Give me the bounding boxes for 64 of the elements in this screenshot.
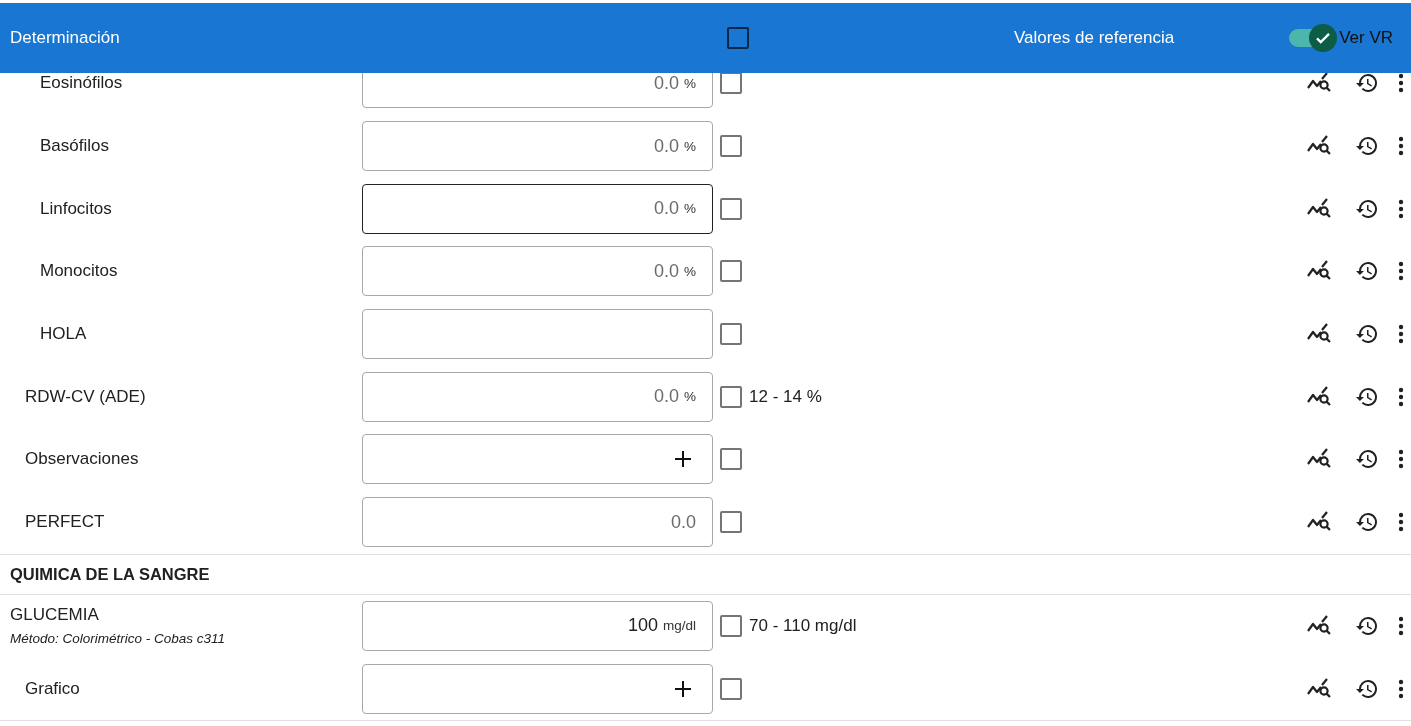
checkbox[interactable] xyxy=(720,448,742,471)
reference-range: 70 - 110 mg/dl xyxy=(749,615,857,635)
input-field[interactable]: 100 mg/dl xyxy=(362,600,713,651)
input-field[interactable]: 0.0 % xyxy=(362,73,713,109)
unit-label: % xyxy=(684,75,696,91)
more-options-icon[interactable] xyxy=(1398,136,1404,157)
checkbox[interactable] xyxy=(727,27,749,49)
input-field[interactable]: 0.0 % xyxy=(362,246,713,297)
test-name: Basófilos xyxy=(40,136,110,157)
reference-range: 12 - 14 % xyxy=(749,386,822,406)
plus-icon[interactable] xyxy=(674,450,692,469)
more-options-icon[interactable] xyxy=(1398,615,1404,636)
checkbox[interactable] xyxy=(720,260,742,283)
input-field[interactable]: 0.0 % xyxy=(362,121,713,172)
unit-label: % xyxy=(684,138,696,154)
checkbox[interactable] xyxy=(720,73,742,95)
more-options-icon[interactable] xyxy=(1398,324,1404,345)
test-name: Grafico xyxy=(25,678,81,699)
value-input[interactable]: 100 xyxy=(623,615,658,637)
column-header: Determinación xyxy=(9,28,121,48)
more-options-icon[interactable] xyxy=(1398,198,1404,219)
more-options-icon[interactable] xyxy=(1398,512,1404,533)
more-options-icon[interactable] xyxy=(1398,386,1404,407)
value-input[interactable]: 0.0 xyxy=(661,511,696,533)
test-name: RDW-CV (ADE) xyxy=(25,386,147,407)
value-input[interactable]: 0.0 xyxy=(644,198,679,220)
test-name: Eosinófilos xyxy=(40,73,124,94)
section-title: QUIMICA DE LA SANGRE xyxy=(0,554,1411,595)
test-name: Observaciones xyxy=(25,449,140,470)
unit-label: % xyxy=(684,263,696,279)
value-input[interactable]: 0.0 xyxy=(644,386,679,408)
toggle-switch[interactable] xyxy=(1289,24,1338,52)
test-name: HOLA xyxy=(40,324,88,345)
input-field[interactable] xyxy=(362,434,713,485)
checkbox[interactable] xyxy=(720,677,742,700)
method-label: Método: Colorimétrico - Cobas c311 xyxy=(10,631,227,647)
plus-icon[interactable] xyxy=(674,679,692,698)
checkbox[interactable] xyxy=(720,614,742,637)
test-name: Linfocitos xyxy=(40,198,113,219)
toggle-label: Ver VR xyxy=(1339,28,1393,48)
test-name: GLUCEMIA xyxy=(10,605,100,626)
checkbox[interactable] xyxy=(720,323,742,346)
more-options-icon[interactable] xyxy=(1398,73,1404,94)
more-options-icon[interactable] xyxy=(1398,261,1404,282)
input-field[interactable] xyxy=(362,663,713,714)
checkbox[interactable] xyxy=(720,385,742,408)
column-header: Valores de referencia xyxy=(1012,28,1176,48)
input-field[interactable]: 0.0 % xyxy=(362,371,713,422)
checkbox[interactable] xyxy=(720,511,742,534)
more-options-icon[interactable] xyxy=(1398,449,1404,470)
value-input[interactable]: 0.0 xyxy=(644,260,679,282)
test-name: PERFECT xyxy=(25,512,106,533)
input-field[interactable] xyxy=(362,309,713,360)
checkbox[interactable] xyxy=(720,135,742,158)
input-field[interactable]: 0.0 xyxy=(362,497,713,548)
test-name: Monocitos xyxy=(40,261,119,282)
more-options-icon[interactable] xyxy=(1398,678,1404,699)
checkbox[interactable] xyxy=(720,197,742,220)
unit-label: mg/dl xyxy=(663,618,696,634)
unit-label: % xyxy=(684,389,696,405)
unit-label: % xyxy=(684,201,696,217)
input-field[interactable]: 0.0 % xyxy=(362,183,713,234)
value-input[interactable]: 0.0 xyxy=(644,135,679,157)
value-input[interactable]: 0.0 xyxy=(644,73,679,94)
